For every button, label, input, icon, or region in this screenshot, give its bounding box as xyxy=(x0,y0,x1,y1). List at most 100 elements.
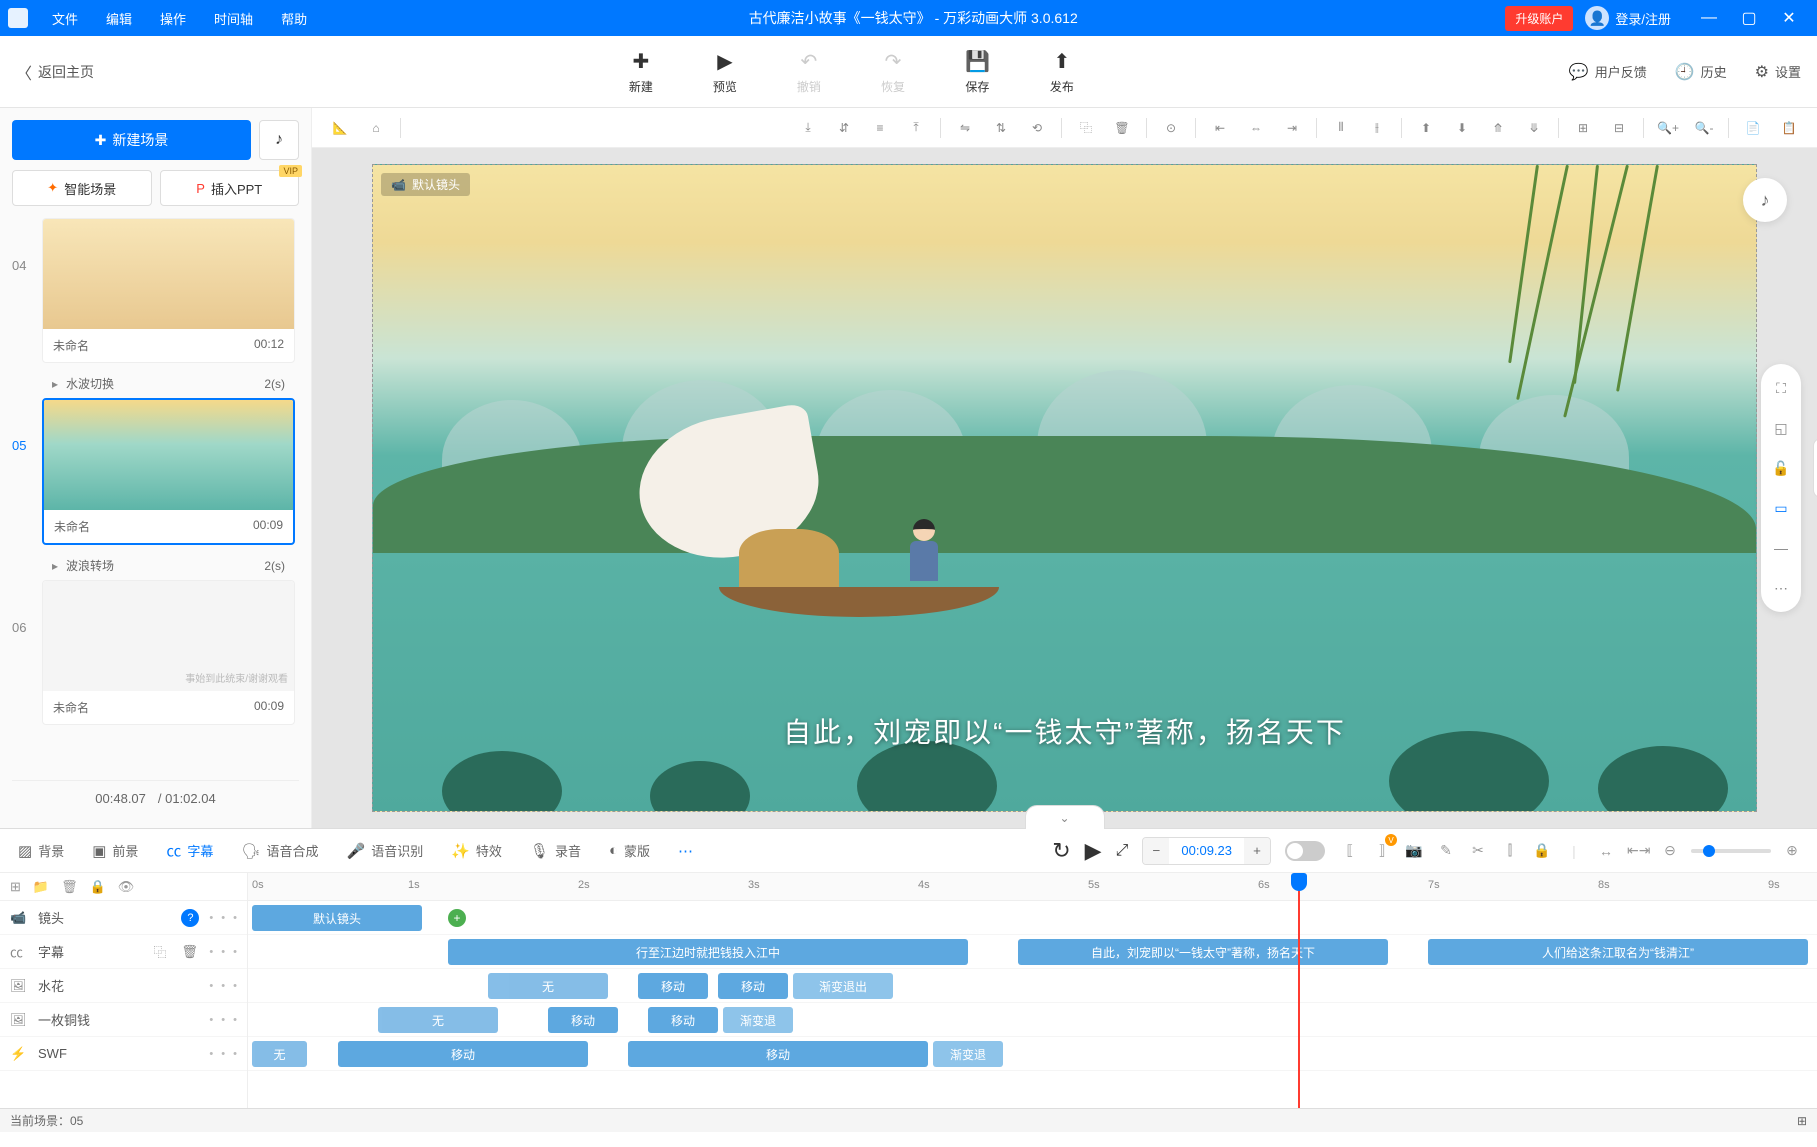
copy-icon[interactable]: ⿻ xyxy=(1070,114,1102,142)
target-icon[interactable]: ⊙ xyxy=(1155,114,1187,142)
tab-background[interactable]: ▨背景 xyxy=(14,841,68,860)
expand-panel-button[interactable]: ⌄ xyxy=(1025,805,1105,829)
add-folder-icon[interactable]: 📁 xyxy=(33,879,49,895)
delete-icon[interactable]: 🗑 xyxy=(1106,114,1138,142)
timeline-expand-icon[interactable]: ⤢ xyxy=(1116,842,1129,860)
clip-none[interactable]: 无 xyxy=(488,973,608,999)
menu-action[interactable]: 操作 xyxy=(146,9,200,28)
filter-icon[interactable]: ⫿ xyxy=(1499,842,1521,859)
tab-more[interactable]: ⋯ xyxy=(674,842,697,860)
menu-timeline[interactable]: 时间轴 xyxy=(200,9,267,28)
clip-move[interactable]: 移动 xyxy=(628,1041,928,1067)
ruler-icon[interactable]: 📐 xyxy=(324,114,356,142)
lock-track-icon[interactable]: 🔒 xyxy=(90,879,106,895)
timeline-tracks[interactable]: 0s 1s 2s 3s 4s 5s 6s 7s 8s 9s 默认镜头 + 行至江… xyxy=(248,873,1817,1108)
lock-icon[interactable]: 🔒 xyxy=(1531,842,1553,859)
group-icon[interactable]: ⊞ xyxy=(1567,114,1599,142)
layer-down-icon[interactable]: ⬇ xyxy=(1446,114,1478,142)
save-button[interactable]: 💾保存 xyxy=(965,49,990,95)
add-keyframe-button[interactable]: + xyxy=(448,909,466,927)
menu-help[interactable]: 帮助 xyxy=(267,9,321,28)
tab-fx[interactable]: ✨特效 xyxy=(447,841,506,860)
align-right-icon[interactable]: ⇥ xyxy=(1276,114,1308,142)
playhead[interactable] xyxy=(1298,873,1300,1108)
time-minus-button[interactable]: − xyxy=(1143,838,1169,864)
time-plus-button[interactable]: + xyxy=(1244,838,1270,864)
clip-move[interactable]: 移动 xyxy=(638,973,708,999)
lock-icon[interactable]: 🔓 xyxy=(1769,456,1793,480)
track-row-coin[interactable]: 无 移动 移动 渐变退 xyxy=(248,1003,1817,1037)
login-button[interactable]: 登录/注册 xyxy=(1615,9,1671,28)
transition-row[interactable]: ▸波浪转场2(s) xyxy=(12,551,295,580)
clip-sub3[interactable]: 人们给这条江取名为“钱清江” xyxy=(1428,939,1808,965)
clip-none[interactable]: 无 xyxy=(378,1007,498,1033)
clip-sub2[interactable]: 自此，刘宠即以“一钱太守”著称，扬名天下 xyxy=(1018,939,1388,965)
collapse-right-button[interactable]: ‹ xyxy=(1813,438,1817,498)
home-icon[interactable]: ⌂ xyxy=(360,114,392,142)
feedback-button[interactable]: 💬用户反馈 xyxy=(1569,62,1647,82)
help-icon[interactable]: ? xyxy=(181,909,199,927)
zoom-out-icon[interactable]: ⊖ xyxy=(1659,842,1681,859)
zoom-in-icon[interactable]: 🔍+ xyxy=(1652,114,1684,142)
track-camera[interactable]: 📹镜头?••• xyxy=(0,901,247,935)
user-avatar-icon[interactable]: 👤 xyxy=(1585,6,1609,30)
clip-none[interactable]: 无 xyxy=(252,1041,307,1067)
smart-scene-button[interactable]: ✦智能场景 xyxy=(12,170,152,206)
preview-button[interactable]: ▶预览 xyxy=(713,49,737,95)
ungroup-icon[interactable]: ⊟ xyxy=(1603,114,1635,142)
align-left-icon[interactable]: ⇤ xyxy=(1204,114,1236,142)
delete-track-icon[interactable]: 🗑 xyxy=(61,879,78,895)
scene-item-04[interactable]: 04 未命名00:12 xyxy=(12,218,295,363)
scene-item-05[interactable]: 05 未命名00:09 xyxy=(12,398,295,545)
screen-icon[interactable]: ▭ xyxy=(1769,496,1793,520)
camera-label[interactable]: 📹默认镜头 xyxy=(381,173,470,196)
tab-tts[interactable]: 🗣语音合成 xyxy=(237,841,322,860)
more-icon[interactable]: ⋯ xyxy=(1769,576,1793,600)
timeline-ruler[interactable]: 0s 1s 2s 3s 4s 5s 6s 7s 8s 9s xyxy=(248,873,1817,901)
align-center-h-icon[interactable]: ≡ xyxy=(864,114,896,142)
clip-move[interactable]: 移动 xyxy=(648,1007,718,1033)
upgrade-button[interactable]: 升级账户 xyxy=(1505,6,1573,31)
scissors-icon[interactable]: ✂ xyxy=(1467,842,1489,859)
tab-foreground[interactable]: ▣前景 xyxy=(88,841,142,860)
rotate-icon[interactable]: ⟲ xyxy=(1021,114,1053,142)
tab-mask[interactable]: ◐蒙版 xyxy=(605,841,654,860)
flip-v-icon[interactable]: ⇅ xyxy=(985,114,1017,142)
close-button[interactable]: ✕ xyxy=(1769,8,1809,28)
settings-button[interactable]: ⚙设置 xyxy=(1755,62,1801,82)
visibility-icon[interactable]: 👁 xyxy=(118,879,135,895)
track-row-camera[interactable]: 默认镜头 + xyxy=(248,901,1817,935)
track-row-swf[interactable]: 无 移动 移动 渐变退 xyxy=(248,1037,1817,1071)
insert-ppt-button[interactable]: P插入PPTVIP xyxy=(160,170,300,206)
distribute-v-icon[interactable]: ⫲ xyxy=(1361,114,1393,142)
clip-fade[interactable]: 渐变退 xyxy=(933,1041,1003,1067)
timeline-play-button[interactable]: ▶ xyxy=(1085,838,1102,864)
track-swf[interactable]: ⚡SWF••• xyxy=(0,1037,247,1071)
clip-camera[interactable]: 默认镜头 xyxy=(252,905,422,931)
layer-up-icon[interactable]: ⬆ xyxy=(1410,114,1442,142)
tab-asr[interactable]: 🎤语音识别 xyxy=(343,841,428,860)
copy-page-icon[interactable]: 📄 xyxy=(1737,114,1769,142)
undo-button[interactable]: ↶撤销 xyxy=(797,49,821,95)
back-home-button[interactable]: 〈 返回主页 xyxy=(16,60,94,84)
fullscreen-icon[interactable]: ⛶ xyxy=(1769,376,1793,400)
canvas-music-button[interactable]: ♪ xyxy=(1743,178,1787,222)
bracket-left-icon[interactable]: ⟦ xyxy=(1339,842,1361,859)
zoom-in-icon[interactable]: ⊕ xyxy=(1781,842,1803,859)
clip-fadeout[interactable]: 渐变退出 xyxy=(793,973,893,999)
camera-icon[interactable]: 📷 xyxy=(1403,842,1425,859)
distribute-h-icon[interactable]: ⫴ xyxy=(1325,114,1357,142)
align-middle-icon[interactable]: ⇵ xyxy=(828,114,860,142)
track-splash[interactable]: 🖼水花••• xyxy=(0,969,247,1003)
clip-move[interactable]: 移动 xyxy=(338,1041,588,1067)
expand-h-icon[interactable]: ↔ xyxy=(1595,843,1617,859)
menu-file[interactable]: 文件 xyxy=(38,9,92,28)
trash-icon[interactable]: 🗑 xyxy=(181,944,199,960)
music-button[interactable]: ♪ xyxy=(259,120,299,160)
scene-item-06[interactable]: 06 事始到此统束/谢谢观看 未命名00:09 xyxy=(12,580,295,725)
zoom-out-icon[interactable]: 🔍- xyxy=(1688,114,1720,142)
add-track-icon[interactable]: ⊞ xyxy=(10,879,21,895)
clip-move[interactable]: 移动 xyxy=(718,973,788,999)
canvas[interactable]: 📹默认镜头 xyxy=(372,164,1757,812)
tab-subtitle[interactable]: ㏄字幕 xyxy=(162,840,217,861)
